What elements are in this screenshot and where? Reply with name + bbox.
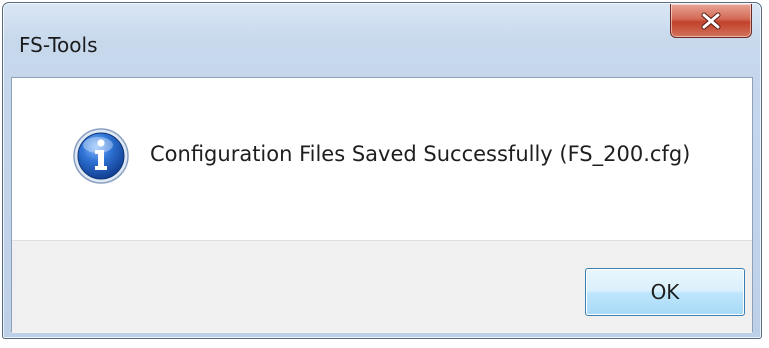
close-icon (700, 12, 722, 30)
info-icon (71, 126, 131, 186)
message-dialog: FS-Tools Configuration Files Saved Succe… (2, 2, 762, 339)
dialog-message: Configuration Files Saved Successfully (… (150, 142, 691, 166)
title-bar[interactable]: FS-Tools (3, 3, 761, 77)
message-area: Configuration Files Saved Successfully (… (12, 78, 752, 240)
window-title: FS-Tools (19, 33, 98, 57)
close-button[interactable] (670, 4, 752, 38)
ok-button[interactable]: OK (585, 268, 745, 316)
dialog-client-area: Configuration Files Saved Successfully (… (11, 77, 753, 333)
button-bar: OK (12, 240, 752, 333)
